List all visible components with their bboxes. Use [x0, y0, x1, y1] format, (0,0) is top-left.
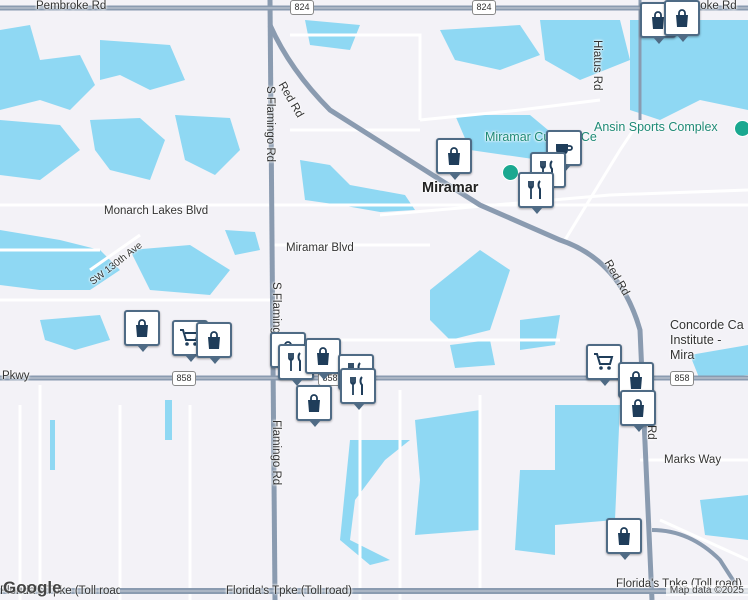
shopping-bag-marker[interactable]: [296, 385, 332, 427]
shopping-bag-icon: [632, 399, 644, 417]
map-base-layer: [0, 0, 748, 600]
miramar-blvd-label: Miramar Blvd: [286, 242, 354, 254]
shopping-bag-icon: [618, 527, 630, 545]
shopping-bag-icon: [317, 347, 329, 365]
shopping-bag-icon: [208, 331, 220, 349]
shopping-cart-icon: [594, 353, 614, 370]
shopping-bag-marker[interactable]: [196, 322, 232, 364]
shopping-bag-icon: [676, 9, 688, 27]
shopping-bag-icon: [630, 371, 642, 389]
restaurant-icon: [350, 376, 363, 395]
route-824-right-shield: 824: [472, 0, 496, 15]
shopping-bag-marker[interactable]: [305, 338, 341, 380]
restaurant-marker[interactable]: [340, 368, 376, 410]
map-canvas[interactable]: Pembroke Rd broke Rd Hiatus Rd Red Rd Re…: [0, 0, 748, 600]
restaurant-marker[interactable]: [518, 172, 554, 214]
google-logo: Google: [3, 578, 62, 597]
red-rd-south-label: Rd: [645, 425, 657, 440]
ansin-sports-complex-dot[interactable]: [734, 120, 748, 137]
miramar-city-label: Miramar: [422, 180, 479, 196]
restaurant-icon: [528, 180, 541, 199]
route-858-left-shield: 858: [172, 371, 196, 386]
floridas-tpke-center-label: Florida's Tpke (Toll road): [226, 585, 352, 597]
route-824-left-shield: 824: [290, 0, 314, 15]
hiatus-rd-label: Hiatus Rd: [591, 40, 603, 91]
pembroke-rd-label: Pembroke Rd: [36, 0, 107, 12]
shopping-cart-marker[interactable]: [586, 344, 622, 386]
shopping-bag-marker[interactable]: [124, 310, 160, 352]
flamingo-rd-south-label: Flamingo Rd: [270, 420, 282, 486]
ansin-sports-complex-label: Ansin Sports Complex: [594, 120, 718, 134]
shopping-bag-icon: [448, 147, 460, 165]
shopping-bag-marker[interactable]: [664, 0, 700, 42]
marks-way-label: Marks Way: [664, 454, 722, 466]
shopping-bag-marker[interactable]: [436, 138, 472, 180]
shopping-bag-icon: [136, 319, 148, 337]
shopping-bag-marker[interactable]: [606, 518, 642, 560]
pkwy-label: Pkwy: [2, 370, 30, 382]
shopping-bag-icon: [308, 394, 320, 412]
s-flamingo-rd-top-label: S Flamingo Rd: [264, 86, 276, 163]
concorde-institute-label: Concorde Ca Institute - Mira: [670, 318, 744, 362]
monarch-lakes-blvd-label: Monarch Lakes Blvd: [104, 205, 209, 217]
map-data-attribution[interactable]: Map data ©2025: [665, 585, 748, 596]
miramar-cultural-center-dot[interactable]: [502, 164, 519, 181]
route-858-right-shield: 858: [670, 371, 694, 386]
shopping-bag-marker[interactable]: [620, 390, 656, 432]
